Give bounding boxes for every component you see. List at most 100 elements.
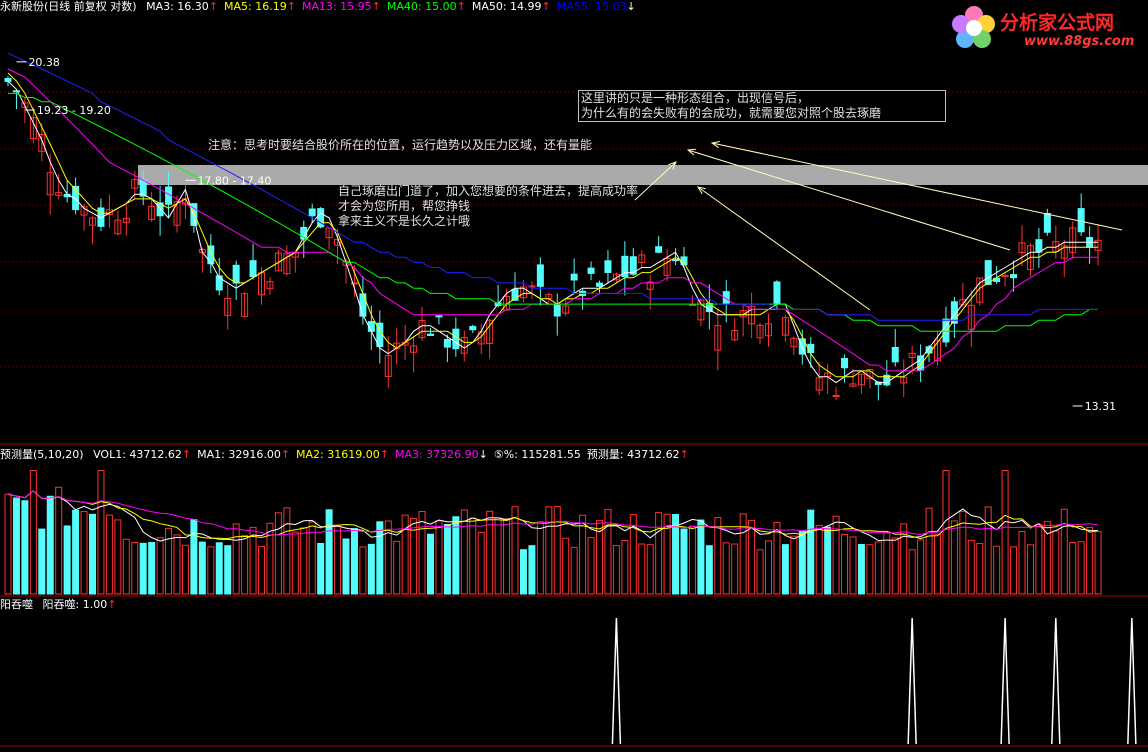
volume-bar [1001,470,1009,595]
volume-bar [1018,530,1026,595]
volume-bar [1010,546,1018,595]
volume-bar [1026,544,1034,595]
volume-indicator-arrow-icon: ↑ [679,448,689,461]
volume-bar [435,520,443,595]
volume-bar [283,507,291,595]
volume-bar [215,542,223,595]
price-indicator: MA3: 16.30 [146,0,209,13]
volume-bar [122,538,130,595]
candle-body [604,260,612,273]
volume-bar [612,545,620,595]
candle-body [587,267,595,274]
price-indicator: MA50: 14.99 [471,0,542,13]
resistance-band [138,165,1148,185]
price-indicator-arrow-icon: ↑ [208,0,219,13]
engulfing-signal-spike [1127,617,1137,745]
volume-indicator-arrow-icon: ↑ [379,448,389,461]
candle-body [435,315,443,318]
volume-bar [883,531,891,595]
volume-bar [528,545,536,595]
volume-bar [832,515,840,595]
volume-bar [427,533,434,595]
volume-bar [765,540,772,595]
engulfing-signal-spike [1000,617,1010,745]
price-panel[interactable]: 20.38 19.23 - 19.20 17.80 - 17.40 13.31 [4,52,1117,413]
volume-bar [866,544,874,595]
volume-bar [494,517,502,595]
volume-bar [1060,508,1068,595]
annotation-box-line1: 这里讲的只是一种形态组合，出现信号后， [581,91,810,105]
volume-bar [367,543,375,595]
volume-bar [55,486,63,595]
price-label: 20.38 [28,56,60,69]
volume-panel-header: 预测量(5,10,20) VOL1: 43712.62↑ MA1: 32916.0… [0,448,701,462]
volume-bar [511,506,519,595]
volume-bar [274,512,282,595]
volume-bar [469,517,477,595]
volume-bar [29,470,37,595]
candle-body [536,264,544,287]
annotation-box-line2: 为什么有的会失败有的会成功，就需要您对照个股去琢磨 [581,106,882,120]
volume-bar [714,517,722,595]
price-indicator-arrow-icon: ↓ [626,0,636,13]
volume-indicator-list: VOL1: 43712.62↑ MA1: 32916.00↑ MA2: 31619.… [93,448,695,461]
annotation-arrowhead [696,186,706,195]
annotation-box: 这里讲的只是一种形态组合，出现信号后， 为什么有的会失败有的会成功，就需要您对照… [578,90,946,122]
price-indicator-list: MA3: 16.30↑ MA5: 16.19↑ MA13: 15.95↑ MA40: … [146,0,642,13]
price-indicator: MA13: 15.95 [301,0,372,13]
flower-logo-icon [952,6,995,48]
volume-bar [722,542,730,595]
volume-bar [452,516,460,595]
volume-bar [342,538,350,595]
volume-bar [350,528,358,595]
volume-indicator-arrow-icon: ↑ [181,448,192,461]
study-note-line3: 拿来主义不是长久之计哦 [338,214,471,228]
indicator-panel-title: 阳吞噬 [0,598,33,611]
volume-bar [258,545,265,595]
site-logo[interactable]: 分析家公式网 www.88gs.com [950,2,1140,54]
signal-indicator-arrow-icon: ↑ [107,598,117,611]
candle-body [841,357,849,369]
volume-bar [334,525,342,595]
price-indicator-arrow-icon: ↑ [286,0,296,13]
volume-bar [748,519,756,595]
volume-bar [418,510,426,595]
volume-bar [781,544,789,595]
price-label: 13.31 [1085,400,1117,413]
volume-indicator-arrow-icon: ↑ [280,448,291,461]
price-indicator: MA5: 16.19 [224,0,287,13]
candle-body [553,304,561,317]
candle-body [232,264,240,284]
volume-panel[interactable] [4,470,1102,595]
volume-bar [697,519,705,595]
volume-bar [536,521,544,595]
candle-body [308,208,316,217]
volume-bar [291,531,299,595]
candle-body [672,259,680,262]
volume-bar [114,519,122,595]
ma-line-ma3 [7,80,1098,384]
volume-bar [21,500,29,595]
price-label: 17.80 - 17.40 [197,174,271,187]
volume-bar [46,495,54,595]
volume-bar [891,537,899,595]
volume-bar [984,506,992,595]
volume-bar [815,524,823,595]
indicator-panel[interactable] [611,617,1137,745]
candle-body [655,246,663,253]
annotation-arrow [711,142,1123,231]
volume-bar [105,514,113,595]
position-note: 注意：思考时要结合股价所在的位置，运行趋势以及压力区域，还有量能 [208,138,593,152]
volume-bar [198,541,206,595]
volume-bar [190,519,198,595]
logo-name: 分析家公式网 [1000,12,1115,34]
candle-body [688,303,696,306]
volume-bar [680,528,688,595]
candle-body [359,293,367,317]
volume-bar [443,524,451,595]
signal-indicator: 阳吞噬: 1.00 [42,598,108,611]
volume-bar [604,508,612,595]
stock-chart[interactable]: 20.38 19.23 - 19.20 17.80 - 17.40 13.31 [0,0,1148,752]
volume-bar [756,549,764,595]
volume-bar [384,520,392,595]
